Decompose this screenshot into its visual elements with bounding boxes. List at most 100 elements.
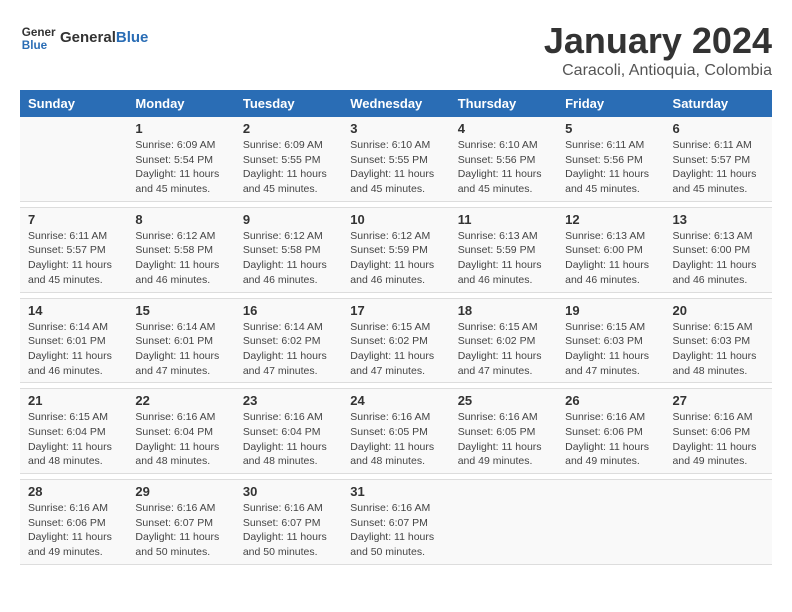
day-info: Sunrise: 6:16 AMSunset: 6:06 PMDaylight:… <box>565 410 656 469</box>
day-number: 30 <box>243 484 334 499</box>
calendar-cell <box>665 480 772 565</box>
day-info: Sunrise: 6:10 AMSunset: 5:56 PMDaylight:… <box>458 138 549 197</box>
calendar-cell: 19 Sunrise: 6:15 AMSunset: 6:03 PMDayligh… <box>557 298 664 383</box>
day-number: 21 <box>28 393 119 408</box>
day-info: Sunrise: 6:13 AMSunset: 6:00 PMDaylight:… <box>673 229 764 288</box>
logo: General Blue GeneralBlue <box>20 20 148 56</box>
page-title: January 2024 <box>544 20 772 62</box>
page-subtitle: Caracoli, Antioquia, Colombia <box>544 62 772 80</box>
day-number: 28 <box>28 484 119 499</box>
header-tuesday: Tuesday <box>235 90 342 117</box>
calendar-cell: 5 Sunrise: 6:11 AMSunset: 5:56 PMDaylight… <box>557 117 664 201</box>
day-number: 19 <box>565 303 656 318</box>
calendar-cell: 20 Sunrise: 6:15 AMSunset: 6:03 PMDayligh… <box>665 298 772 383</box>
day-number: 20 <box>673 303 764 318</box>
calendar-cell <box>450 480 557 565</box>
calendar-cell: 12Sunrise: 6:13 AMSunset: 6:00 PMDayligh… <box>557 207 664 292</box>
title-block: January 2024 Caracoli, Antioquia, Colomb… <box>544 20 772 80</box>
calendar-cell: 18 Sunrise: 6:15 AMSunset: 6:02 PMDayligh… <box>450 298 557 383</box>
day-number: 25 <box>458 393 549 408</box>
calendar-week-4: 21Sunrise: 6:15 AMSunset: 6:04 PMDayligh… <box>20 389 772 474</box>
calendar-cell: 26 Sunrise: 6:16 AMSunset: 6:06 PMDayligh… <box>557 389 664 474</box>
day-info: Sunrise: 6:15 AMSunset: 6:03 PMDaylight:… <box>673 320 764 379</box>
day-info: Sunrise: 6:14 AMSunset: 6:01 PMDaylight:… <box>135 320 226 379</box>
day-info: Sunrise: 6:16 AMSunset: 6:06 PMDaylight:… <box>28 501 119 560</box>
calendar-cell: 22Sunrise: 6:16 AMSunset: 6:04 PMDayligh… <box>127 389 234 474</box>
day-info: Sunrise: 6:11 AMSunset: 5:56 PMDaylight:… <box>565 138 656 197</box>
day-info: Sunrise: 6:14 AMSunset: 6:01 PMDaylight:… <box>28 320 119 379</box>
day-info: Sunrise: 6:11 AMSunset: 5:57 PMDaylight:… <box>28 229 119 288</box>
day-number: 3 <box>350 121 441 136</box>
calendar-cell: 3 Sunrise: 6:10 AMSunset: 5:55 PMDaylight… <box>342 117 449 201</box>
calendar-cell: 6 Sunrise: 6:11 AMSunset: 5:57 PMDaylight… <box>665 117 772 201</box>
header-sunday: Sunday <box>20 90 127 117</box>
calendar-week-1: 1Sunrise: 6:09 AMSunset: 5:54 PMDaylight… <box>20 117 772 201</box>
calendar-cell: 8 Sunrise: 6:12 AMSunset: 5:58 PMDaylight… <box>127 207 234 292</box>
calendar-cell: 11Sunrise: 6:13 AMSunset: 5:59 PMDayligh… <box>450 207 557 292</box>
day-number: 24 <box>350 393 441 408</box>
logo-icon: General Blue <box>20 20 56 56</box>
header-thursday: Thursday <box>450 90 557 117</box>
calendar-cell: 25 Sunrise: 6:16 AMSunset: 6:05 PMDayligh… <box>450 389 557 474</box>
day-number: 12 <box>565 212 656 227</box>
day-number: 18 <box>458 303 549 318</box>
day-info: Sunrise: 6:16 AMSunset: 6:04 PMDaylight:… <box>243 410 334 469</box>
calendar-cell: 23 Sunrise: 6:16 AMSunset: 6:04 PMDayligh… <box>235 389 342 474</box>
day-number: 16 <box>243 303 334 318</box>
day-info: Sunrise: 6:15 AMSunset: 6:02 PMDaylight:… <box>458 320 549 379</box>
header-saturday: Saturday <box>665 90 772 117</box>
day-info: Sunrise: 6:15 AMSunset: 6:03 PMDaylight:… <box>565 320 656 379</box>
calendar-cell: 24 Sunrise: 6:16 AMSunset: 6:05 PMDayligh… <box>342 389 449 474</box>
day-number: 1 <box>135 121 226 136</box>
day-info: Sunrise: 6:12 AMSunset: 5:59 PMDaylight:… <box>350 229 441 288</box>
header-wednesday: Wednesday <box>342 90 449 117</box>
logo-blue: Blue <box>116 29 149 46</box>
day-info: Sunrise: 6:16 AMSunset: 6:07 PMDaylight:… <box>243 501 334 560</box>
calendar-cell: 30 Sunrise: 6:16 AMSunset: 6:07 PMDayligh… <box>235 480 342 565</box>
calendar-cell: 29 Sunrise: 6:16 AMSunset: 6:07 PMDayligh… <box>127 480 234 565</box>
calendar-header-row: SundayMondayTuesdayWednesdayThursdayFrid… <box>20 90 772 117</box>
calendar-cell: 9 Sunrise: 6:12 AMSunset: 5:58 PMDaylight… <box>235 207 342 292</box>
day-number: 23 <box>243 393 334 408</box>
day-info: Sunrise: 6:12 AMSunset: 5:58 PMDaylight:… <box>243 229 334 288</box>
day-info: Sunrise: 6:14 AMSunset: 6:02 PMDaylight:… <box>243 320 334 379</box>
calendar-cell: 28 Sunrise: 6:16 AMSunset: 6:06 PMDayligh… <box>20 480 127 565</box>
day-info: Sunrise: 6:10 AMSunset: 5:55 PMDaylight:… <box>350 138 441 197</box>
day-number: 13 <box>673 212 764 227</box>
calendar-cell <box>557 480 664 565</box>
day-number: 29 <box>135 484 226 499</box>
calendar-table: SundayMondayTuesdayWednesdayThursdayFrid… <box>20 90 772 565</box>
day-number: 6 <box>673 121 764 136</box>
day-number: 27 <box>673 393 764 408</box>
logo-general: General <box>60 29 116 46</box>
day-info: Sunrise: 6:16 AMSunset: 6:07 PMDaylight:… <box>350 501 441 560</box>
day-number: 8 <box>135 212 226 227</box>
calendar-cell: 13 Sunrise: 6:13 AMSunset: 6:00 PMDayligh… <box>665 207 772 292</box>
calendar-cell: 4Sunrise: 6:10 AMSunset: 5:56 PMDaylight… <box>450 117 557 201</box>
day-info: Sunrise: 6:15 AMSunset: 6:02 PMDaylight:… <box>350 320 441 379</box>
day-info: Sunrise: 6:11 AMSunset: 5:57 PMDaylight:… <box>673 138 764 197</box>
day-number: 5 <box>565 121 656 136</box>
calendar-cell: 1Sunrise: 6:09 AMSunset: 5:54 PMDaylight… <box>127 117 234 201</box>
day-number: 22 <box>135 393 226 408</box>
day-number: 31 <box>350 484 441 499</box>
day-info: Sunrise: 6:16 AMSunset: 6:06 PMDaylight:… <box>673 410 764 469</box>
calendar-week-5: 28 Sunrise: 6:16 AMSunset: 6:06 PMDayligh… <box>20 480 772 565</box>
header-friday: Friday <box>557 90 664 117</box>
calendar-week-3: 14Sunrise: 6:14 AMSunset: 6:01 PMDayligh… <box>20 298 772 383</box>
day-number: 2 <box>243 121 334 136</box>
day-info: Sunrise: 6:13 AMSunset: 5:59 PMDaylight:… <box>458 229 549 288</box>
svg-text:General: General <box>22 26 56 39</box>
day-info: Sunrise: 6:16 AMSunset: 6:05 PMDaylight:… <box>350 410 441 469</box>
day-number: 9 <box>243 212 334 227</box>
day-info: Sunrise: 6:16 AMSunset: 6:05 PMDaylight:… <box>458 410 549 469</box>
day-number: 7 <box>28 212 119 227</box>
calendar-cell: 17Sunrise: 6:15 AMSunset: 6:02 PMDayligh… <box>342 298 449 383</box>
day-info: Sunrise: 6:12 AMSunset: 5:58 PMDaylight:… <box>135 229 226 288</box>
day-number: 26 <box>565 393 656 408</box>
calendar-cell: 10 Sunrise: 6:12 AMSunset: 5:59 PMDayligh… <box>342 207 449 292</box>
day-number: 15 <box>135 303 226 318</box>
svg-text:Blue: Blue <box>22 39 48 52</box>
day-info: Sunrise: 6:16 AMSunset: 6:07 PMDaylight:… <box>135 501 226 560</box>
day-number: 10 <box>350 212 441 227</box>
